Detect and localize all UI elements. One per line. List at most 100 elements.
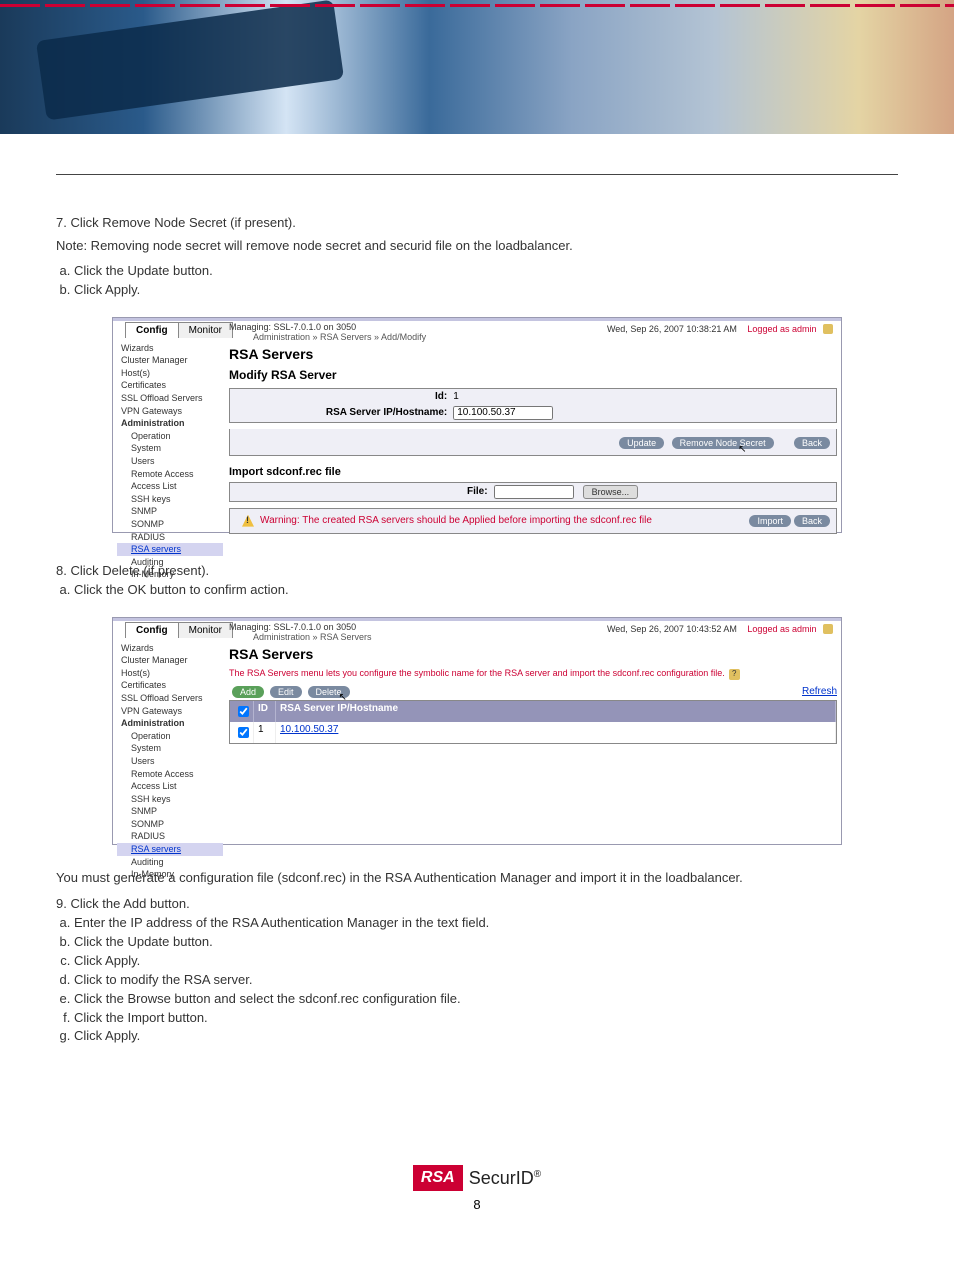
nav2-wizards[interactable]: Wizards (117, 642, 223, 655)
nav-operation[interactable]: Operation (117, 430, 223, 443)
screenshot-modify-rsa: Config Monitor Wizards Cluster Manager H… (112, 317, 842, 533)
tab-bar: Config Monitor (125, 322, 232, 338)
id-value: 1 (453, 391, 553, 402)
nav2-sonmp[interactable]: SONMP (117, 818, 223, 831)
nav-ssl-offload[interactable]: SSL Offload Servers (117, 392, 223, 405)
rsa-badge: RSA (413, 1165, 463, 1191)
col-ip: RSA Server IP/Hostname (276, 701, 836, 722)
page-number: 8 (56, 1197, 898, 1212)
nav-ssh-keys[interactable]: SSH keys (117, 493, 223, 506)
step-7b: Click Apply. (74, 282, 898, 299)
nav-snmp[interactable]: SNMP (117, 505, 223, 518)
timestamp: Wed, Sep 26, 2007 10:38:21 AM (607, 324, 737, 334)
nav2-cluster[interactable]: Cluster Manager (117, 654, 223, 667)
step-8a: Click the OK button to confirm action. (74, 582, 898, 599)
cursor-icon-2: ↖ (339, 692, 347, 704)
step-9c: Click Apply. (74, 953, 898, 970)
file-input[interactable] (494, 485, 574, 499)
cursor-icon: ↖ (738, 444, 746, 455)
nav2-system[interactable]: System (117, 742, 223, 755)
table-row: 1 10.100.50.37 (230, 722, 836, 743)
update-button[interactable]: Update (619, 437, 664, 449)
nav2-rsa-servers[interactable]: RSA servers (117, 843, 223, 856)
section-title: Modify RSA Server (229, 368, 837, 382)
status-bar: Wed, Sep 26, 2007 10:38:21 AM Logged as … (607, 324, 833, 335)
nav-vpn[interactable]: VPN Gateways (117, 405, 223, 418)
nav2-radius[interactable]: RADIUS (117, 830, 223, 843)
row-checkbox[interactable] (238, 727, 249, 738)
id-label: Id: (435, 391, 447, 402)
screenshot-rsa-list: Config Monitor Wizards Cluster Manager H… (112, 617, 842, 845)
tab-config[interactable]: Config (125, 322, 179, 338)
edit-button[interactable]: Edit (270, 686, 302, 698)
nav-auditing[interactable]: Auditing (117, 556, 223, 569)
lock-icon (823, 324, 833, 334)
help-icon[interactable]: ? (729, 669, 740, 680)
nav2-auditing[interactable]: Auditing (117, 856, 223, 869)
col-id: ID (254, 701, 276, 722)
nav2-access-list[interactable]: Access List (117, 780, 223, 793)
nav2-in-memory[interactable]: In-Memory (117, 868, 223, 881)
page-content: 7. Click Remove Node Secret (if present)… (0, 134, 954, 1282)
nav-users[interactable]: Users (117, 455, 223, 468)
nav2-ssh-keys[interactable]: SSH keys (117, 793, 223, 806)
timestamp-2: Wed, Sep 26, 2007 10:43:52 AM (607, 624, 737, 634)
row-id: 1 (254, 722, 276, 743)
note-7: Note: Removing node secret will remove n… (56, 238, 898, 255)
step-9b: Click the Update button. (74, 934, 898, 951)
nav2-users[interactable]: Users (117, 755, 223, 768)
remove-node-secret-button[interactable]: Remove Node Secret (672, 437, 774, 449)
lock-icon-2 (823, 624, 833, 634)
nav-rsa-servers[interactable]: RSA servers (117, 543, 223, 556)
row-ip-link[interactable]: 10.100.50.37 (280, 724, 338, 735)
nav-wizards[interactable]: Wizards (117, 342, 223, 355)
back-button[interactable]: Back (794, 437, 830, 449)
warning-text: Warning: The created RSA servers should … (260, 515, 740, 526)
footer: RSA SecurID® 8 (56, 1165, 898, 1242)
rsa-table: ID RSA Server IP/Hostname 1 10.100.50.37 (229, 700, 837, 744)
nav-administration[interactable]: Administration (117, 417, 223, 430)
tab-monitor-2[interactable]: Monitor (178, 622, 233, 638)
nav2-operation[interactable]: Operation (117, 730, 223, 743)
nav-in-memory[interactable]: In-Memory (117, 568, 223, 581)
rsa-securid-logo: RSA SecurID® (413, 1165, 541, 1191)
nav2-administration[interactable]: Administration (117, 717, 223, 730)
step-9a: Enter the IP address of the RSA Authenti… (74, 915, 898, 932)
page-title-2: RSA Servers (229, 646, 837, 662)
step-7-list: Click the Update button. Click Apply. (56, 263, 898, 299)
add-button[interactable]: Add (232, 686, 264, 698)
nav2-certs[interactable]: Certificates (117, 679, 223, 692)
step-9g: Click Apply. (74, 1028, 898, 1045)
browse-button[interactable]: Browse... (583, 485, 639, 499)
step-9d: Click to modify the RSA server. (74, 972, 898, 989)
tab-monitor[interactable]: Monitor (178, 322, 233, 338)
step-7a: Click the Update button. (74, 263, 898, 280)
nav-cluster[interactable]: Cluster Manager (117, 354, 223, 367)
nav-certs[interactable]: Certificates (117, 379, 223, 392)
nav-sonmp[interactable]: SONMP (117, 518, 223, 531)
nav-system[interactable]: System (117, 442, 223, 455)
nav2-snmp[interactable]: SNMP (117, 805, 223, 818)
divider (56, 174, 898, 175)
step-9e: Click the Browse button and select the s… (74, 991, 898, 1008)
nav2-hosts[interactable]: Host(s) (117, 667, 223, 680)
nav2-remote-access[interactable]: Remote Access (117, 768, 223, 781)
refresh-link[interactable]: Refresh (802, 686, 837, 697)
ip-input[interactable] (453, 406, 553, 420)
nav-remote-access[interactable]: Remote Access (117, 468, 223, 481)
import-button[interactable]: Import (749, 515, 791, 527)
header-banner (0, 0, 954, 134)
ip-label: RSA Server IP/Hostname: (326, 407, 447, 418)
nav-sidebar: Wizards Cluster Manager Host(s) Certific… (117, 342, 223, 581)
tab-config-2[interactable]: Config (125, 622, 179, 638)
select-all-checkbox[interactable] (238, 706, 249, 717)
nav-access-list[interactable]: Access List (117, 480, 223, 493)
nav-radius[interactable]: RADIUS (117, 531, 223, 544)
back-button-2[interactable]: Back (794, 515, 830, 527)
step-9-list: Enter the IP address of the RSA Authenti… (56, 915, 898, 1045)
nav2-ssl-offload[interactable]: SSL Offload Servers (117, 692, 223, 705)
step-9f: Click the Import button. (74, 1010, 898, 1027)
nav2-vpn[interactable]: VPN Gateways (117, 705, 223, 718)
nav-hosts[interactable]: Host(s) (117, 367, 223, 380)
page-title: RSA Servers (229, 346, 837, 362)
